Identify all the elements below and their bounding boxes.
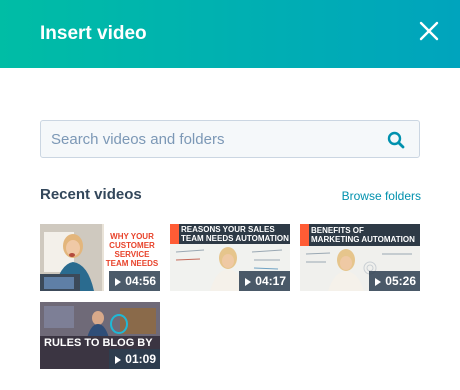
search-input[interactable] [41,121,381,157]
video-duration-badge: 01:09 [109,349,160,369]
search-icon[interactable] [387,131,405,149]
video-duration: 04:56 [125,274,156,288]
video-duration: 05:26 [385,274,416,288]
close-button[interactable] [418,20,440,42]
close-icon [419,21,439,41]
video-duration-badge: 05:26 [369,271,420,291]
video-thumbnail[interactable]: WHY YOUR CUSTOMER SERVICE TEAM NEEDS 04:… [40,224,160,291]
insert-video-modal: Insert video Recent videos Browse folder… [0,0,460,390]
play-icon [375,278,382,286]
modal-title: Insert video [40,23,147,44]
video-thumbnail[interactable]: REASONS YOUR SALES TEAM NEEDS AUTOMATION… [170,224,290,291]
play-icon [115,278,122,286]
video-duration: 01:09 [125,352,156,366]
video-caption: BENEFITS OF MARKETING AUTOMATION [311,226,415,244]
video-duration: 04:17 [255,274,286,288]
video-thumbnail[interactable]: RULES TO BLOG BY 01:09 [40,302,160,369]
video-thumbnail[interactable]: BENEFITS OF MARKETING AUTOMATION 05:26 [300,224,420,291]
search-box [40,120,420,158]
play-icon [245,278,252,286]
recent-videos-heading: Recent videos [40,186,142,203]
browse-folders-link[interactable]: Browse folders [342,188,421,204]
video-caption: REASONS YOUR SALES TEAM NEEDS AUTOMATION [181,225,289,243]
modal-header: Insert video [0,0,460,68]
video-caption: WHY YOUR CUSTOMER SERVICE TEAM NEEDS [105,232,159,268]
video-duration-badge: 04:17 [239,271,290,291]
play-icon [115,356,122,364]
video-duration-badge: 04:56 [109,271,160,291]
video-caption: RULES TO BLOG BY [44,337,153,349]
